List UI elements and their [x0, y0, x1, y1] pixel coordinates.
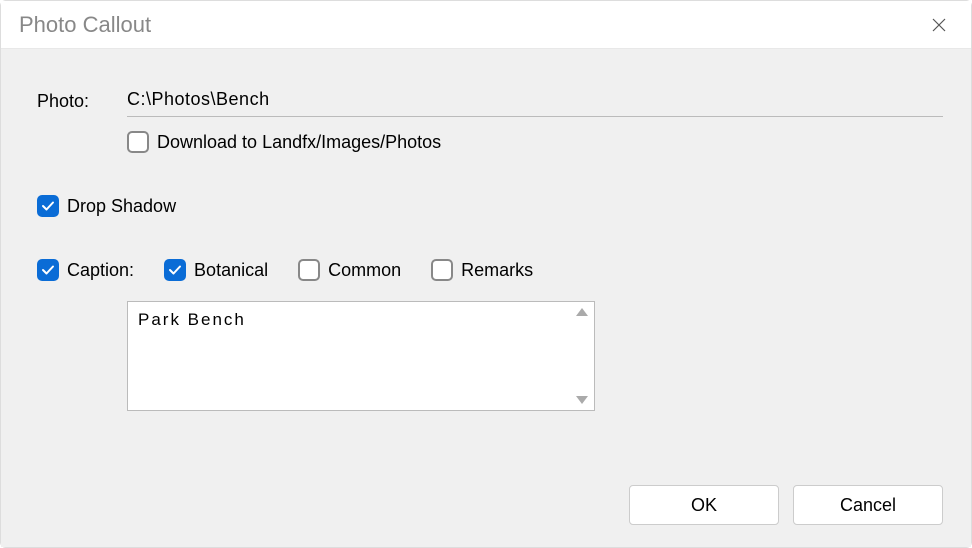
button-row: OK Cancel — [629, 485, 943, 525]
photo-row: Photo: — [37, 85, 943, 117]
caption-checkbox[interactable] — [37, 259, 59, 281]
download-row: Download to Landfx/Images/Photos — [127, 131, 943, 153]
caption-label: Caption: — [67, 260, 134, 281]
photo-path-input[interactable] — [127, 85, 943, 117]
botanical-group: Botanical — [164, 259, 268, 281]
remarks-label: Remarks — [461, 260, 533, 281]
titlebar: Photo Callout — [1, 1, 971, 49]
photo-label: Photo: — [37, 91, 127, 112]
dialog-content: Photo: Download to Landfx/Images/Photos … — [1, 49, 971, 547]
close-button[interactable] — [925, 11, 953, 39]
download-checkbox[interactable] — [127, 131, 149, 153]
cancel-button[interactable]: Cancel — [793, 485, 943, 525]
dialog-title: Photo Callout — [19, 12, 151, 38]
photo-callout-dialog: Photo Callout Photo: Download to Landfx/… — [0, 0, 972, 548]
check-icon — [41, 199, 55, 213]
caption-textarea[interactable] — [128, 302, 570, 410]
common-checkbox[interactable] — [298, 259, 320, 281]
remarks-group: Remarks — [431, 259, 533, 281]
botanical-label: Botanical — [194, 260, 268, 281]
scroll-up-icon[interactable] — [576, 308, 588, 316]
ok-button[interactable]: OK — [629, 485, 779, 525]
caption-text-box — [127, 301, 595, 411]
check-icon — [41, 263, 55, 277]
check-icon — [168, 263, 182, 277]
remarks-checkbox[interactable] — [431, 259, 453, 281]
scroll-down-icon[interactable] — [576, 396, 588, 404]
drop-shadow-label: Drop Shadow — [67, 196, 176, 217]
drop-shadow-checkbox[interactable] — [37, 195, 59, 217]
caption-row: Caption: Botanical Common Remarks — [37, 259, 943, 281]
scroll-column — [570, 302, 594, 410]
common-group: Common — [298, 259, 401, 281]
download-label: Download to Landfx/Images/Photos — [157, 132, 441, 153]
common-label: Common — [328, 260, 401, 281]
botanical-checkbox[interactable] — [164, 259, 186, 281]
drop-shadow-row: Drop Shadow — [37, 195, 943, 217]
caption-group: Caption: — [37, 259, 134, 281]
close-icon — [931, 17, 947, 33]
